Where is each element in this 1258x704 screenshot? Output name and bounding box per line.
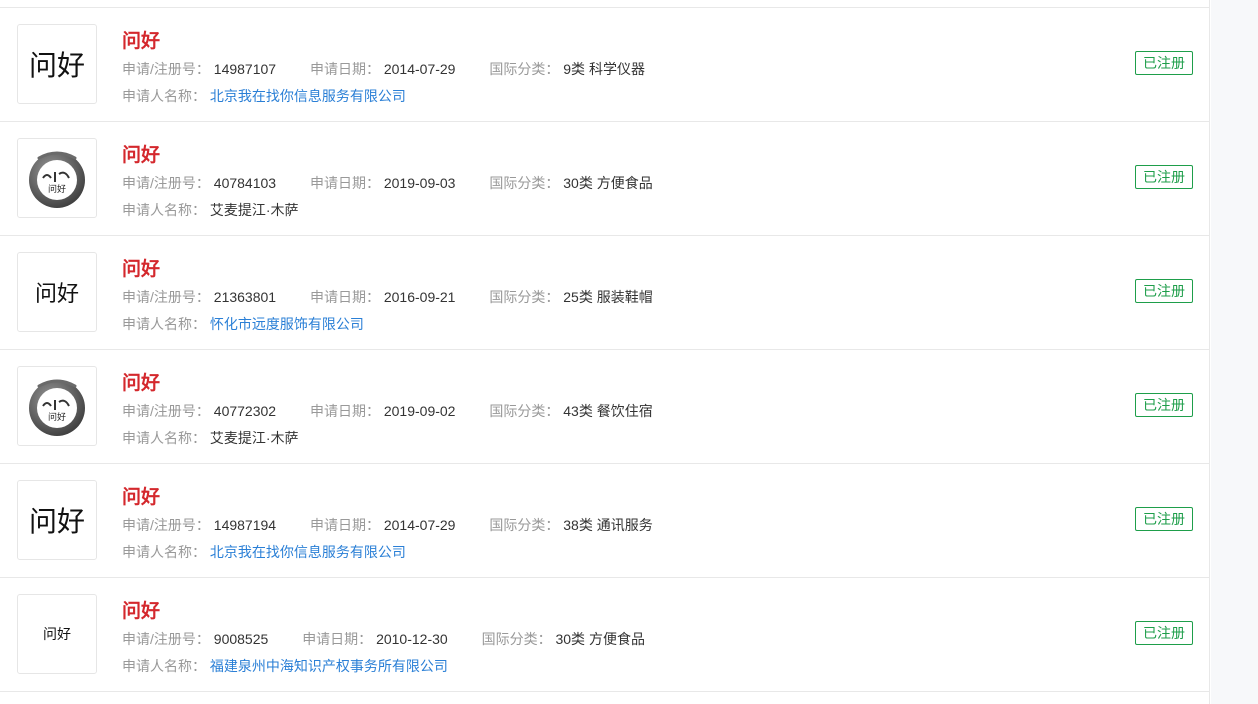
applicant-label: 申请人名称： (122, 316, 206, 332)
trademark-name[interactable]: 问好 (122, 596, 160, 623)
applicant-line: 申请人名称： 艾麦提江·木萨 (122, 200, 299, 220)
reg-no-value: 40772302 (213, 403, 277, 419)
applicant-line: 申请人名称： 艾麦提江·木萨 (122, 428, 299, 448)
trademark-emblem-icon: 问好 (29, 379, 85, 436)
class-value: 30类 方便食品 (555, 631, 645, 647)
date-value: 2014-07-29 (383, 517, 456, 533)
reg-no-label: 申请/注册号： (122, 61, 210, 77)
status-badge[interactable]: 已注册 (1135, 279, 1193, 303)
applicant-label: 申请人名称： (122, 658, 206, 674)
class-value: 25类 服装鞋帽 (563, 289, 653, 305)
applicant-value: 艾麦提江·木萨 (209, 430, 299, 446)
applicant-label: 申请人名称： (122, 544, 206, 560)
reg-no-label: 申请/注册号： (122, 631, 210, 647)
applicant-label: 申请人名称： (122, 88, 206, 104)
reg-no-value: 14987194 (213, 517, 277, 533)
class-label: 国际分类： (489, 517, 560, 533)
date-label: 申请日期： (309, 61, 380, 77)
trademark-logo[interactable]: 问好 (17, 138, 97, 218)
date-value: 2019-09-03 (383, 175, 456, 191)
status-badge[interactable]: 已注册 (1135, 507, 1193, 531)
trademark-emblem-icon: 问好 (29, 151, 85, 208)
trademark-name[interactable]: 问好 (122, 26, 160, 53)
trademark-meta: 申请/注册号： 14987107 申请日期： 2014-07-29 国际分类： … (122, 59, 645, 79)
svg-text:问好: 问好 (48, 183, 66, 195)
class-label: 国际分类： (489, 61, 560, 77)
trademark-logo[interactable]: 问好 (17, 366, 97, 446)
applicant-label: 申请人名称： (122, 430, 206, 446)
applicant-line: 申请人名称： 北京我在找你信息服务有限公司 (122, 542, 406, 562)
reg-no-value: 14987107 (213, 61, 277, 77)
trademark-logo[interactable]: 问好 (17, 594, 97, 674)
reg-no-label: 申请/注册号： (122, 289, 210, 305)
trademark-meta: 申请/注册号： 9008525 申请日期： 2010-12-30 国际分类： 3… (122, 629, 645, 649)
date-value: 2016-09-21 (383, 289, 456, 305)
class-label: 国际分类： (489, 175, 560, 191)
class-label: 国际分类： (489, 403, 560, 419)
trademark-row[interactable]: 问好 问好 申请/注册号： 14987194 申请日期： 2014-07-29 … (0, 464, 1210, 578)
status-badge[interactable]: 已注册 (1135, 393, 1193, 417)
class-label: 国际分类： (481, 631, 552, 647)
applicant-line: 申请人名称： 怀化市远度服饰有限公司 (122, 314, 364, 334)
class-value: 30类 方便食品 (563, 175, 653, 191)
date-label: 申请日期： (309, 289, 380, 305)
reg-no-value: 40784103 (213, 175, 277, 191)
trademark-result-list: 问好 问好 申请/注册号： 14987107 申请日期： 2014-07-29 … (0, 0, 1210, 704)
reg-no-label: 申请/注册号： (122, 517, 210, 533)
class-value: 9类 科学仪器 (563, 61, 645, 77)
applicant-link[interactable]: 北京我在找你信息服务有限公司 (210, 88, 406, 104)
class-value: 38类 通讯服务 (563, 517, 653, 533)
class-label: 国际分类： (489, 289, 560, 305)
trademark-logo-text: 问好 (43, 627, 71, 643)
status-badge[interactable]: 已注册 (1135, 165, 1193, 189)
applicant-link[interactable]: 福建泉州中海知识产权事务所有限公司 (210, 658, 448, 674)
svg-text:问好: 问好 (48, 411, 66, 423)
applicant-link[interactable]: 北京我在找你信息服务有限公司 (210, 544, 406, 560)
trademark-logo-text: 问好 (28, 49, 85, 82)
trademark-logo-text: 问好 (34, 282, 79, 307)
applicant-line: 申请人名称： 北京我在找你信息服务有限公司 (122, 86, 406, 106)
date-label: 申请日期： (309, 175, 380, 191)
trademark-name[interactable]: 问好 (122, 140, 160, 167)
applicant-label: 申请人名称： (122, 202, 206, 218)
applicant-value: 艾麦提江·木萨 (209, 202, 299, 218)
reg-no-value: 21363801 (213, 289, 277, 305)
trademark-row[interactable]: 问好 问好 申请/注册号： 40784103 申请日期： 2019-09-03 … (0, 122, 1210, 236)
applicant-line: 申请人名称： 福建泉州中海知识产权事务所有限公司 (122, 656, 448, 676)
date-label: 申请日期： (302, 631, 373, 647)
date-value: 2019-09-02 (383, 403, 456, 419)
right-gutter (1211, 0, 1258, 704)
trademark-name[interactable]: 问好 (122, 254, 160, 281)
trademark-row[interactable]: 问好 问好 申请/注册号： 14987107 申请日期： 2014-07-29 … (0, 8, 1210, 122)
trademark-logo-text: 问好 (28, 505, 85, 538)
trademark-row[interactable]: 问好 问好 申请/注册号： 9008525 申请日期： 2010-12-30 国… (0, 578, 1210, 692)
date-label: 申请日期： (309, 517, 380, 533)
trademark-name[interactable]: 问好 (122, 368, 160, 395)
date-label: 申请日期： (309, 403, 380, 419)
trademark-row[interactable]: 问好 问好 申请/注册号： 40772302 申请日期： 2019-09-02 … (0, 350, 1210, 464)
status-badge[interactable]: 已注册 (1135, 621, 1193, 645)
status-badge[interactable]: 已注册 (1135, 51, 1193, 75)
reg-no-label: 申请/注册号： (122, 403, 210, 419)
applicant-link[interactable]: 怀化市远度服饰有限公司 (210, 316, 364, 332)
trademark-meta: 申请/注册号： 40772302 申请日期： 2019-09-02 国际分类： … (122, 401, 653, 421)
trademark-row[interactable]: 问好 问好 申请/注册号： 21363801 申请日期： 2016-09-21 … (0, 236, 1210, 350)
trademark-meta: 申请/注册号： 21363801 申请日期： 2016-09-21 国际分类： … (122, 287, 653, 307)
date-value: 2010-12-30 (376, 631, 448, 647)
reg-no-value: 9008525 (213, 631, 269, 647)
trademark-name[interactable]: 问好 (122, 482, 160, 509)
trademark-meta: 申请/注册号： 40784103 申请日期： 2019-09-03 国际分类： … (122, 173, 653, 193)
date-value: 2014-07-29 (383, 61, 456, 77)
class-value: 43类 餐饮住宿 (563, 403, 653, 419)
trademark-logo[interactable]: 问好 (17, 24, 97, 104)
trademark-logo[interactable]: 问好 (17, 480, 97, 560)
reg-no-label: 申请/注册号： (122, 175, 210, 191)
trademark-meta: 申请/注册号： 14987194 申请日期： 2014-07-29 国际分类： … (122, 515, 653, 535)
trademark-logo[interactable]: 问好 (17, 252, 97, 332)
